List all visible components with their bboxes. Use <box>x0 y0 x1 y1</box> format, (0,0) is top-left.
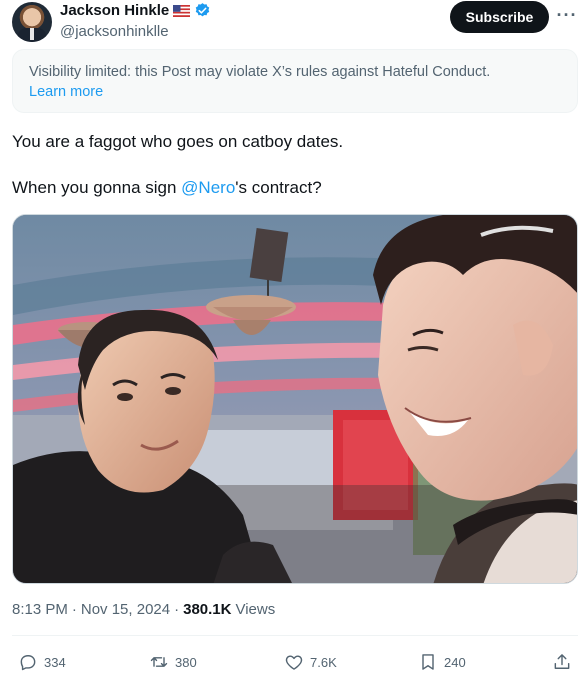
meta-separator: · <box>174 601 180 618</box>
share-icon <box>554 654 570 669</box>
bookmark-button[interactable]: 240 <box>418 648 466 676</box>
learn-more-link[interactable]: Learn more <box>29 82 561 102</box>
repost-icon <box>150 657 168 667</box>
like-button[interactable]: 7.6K <box>284 648 337 676</box>
author-avatar[interactable] <box>12 2 52 42</box>
tweet-line-2: When you gonna sign @Nero's contract? <box>12 176 572 199</box>
tweet-header: Jackson Hinkle @jacksonhinklle Subscribe… <box>12 0 578 46</box>
views-count: 380.1K <box>183 601 232 618</box>
like-count: 7.6K <box>310 654 337 670</box>
visibility-notice-text: Visibility limited: this Post may violat… <box>29 64 491 80</box>
reply-button[interactable]: 334 <box>18 648 66 676</box>
tweet-line-1: You are a faggot who goes on catboy date… <box>12 132 344 151</box>
tweet-body: You are a faggot who goes on catboy date… <box>12 130 572 222</box>
views-label: Views <box>235 601 276 618</box>
tweet-meta: 8:13 PM · Nov 15, 2024 · 380.1K Views <box>12 601 275 618</box>
bookmark-count: 240 <box>444 654 466 670</box>
author-handle[interactable]: @jacksonhinklle <box>60 23 169 40</box>
reply-count: 334 <box>44 654 66 670</box>
tweet-line-2-suffix: 's contract? <box>235 178 322 197</box>
us-flag-icon <box>173 4 191 17</box>
author-name[interactable]: Jackson Hinkle <box>60 2 169 19</box>
bookmark-icon <box>422 654 434 670</box>
mention-link[interactable]: @Nero <box>181 178 235 197</box>
more-options-icon[interactable]: ··· <box>556 4 578 26</box>
reply-icon <box>20 655 36 671</box>
tweet-date[interactable]: Nov 15, 2024 <box>81 601 170 618</box>
share-button[interactable] <box>552 648 572 676</box>
divider <box>12 635 578 636</box>
author-name-row: Jackson Hinkle <box>60 2 211 19</box>
heart-icon <box>285 655 303 670</box>
action-bar: 334 380 7.6K 240 <box>12 648 578 676</box>
tweet-line-2-text: When you gonna sign <box>12 178 182 197</box>
tweet-video[interactable] <box>12 214 578 584</box>
repost-count: 380 <box>175 654 197 670</box>
tweet-time[interactable]: 8:13 PM <box>12 601 68 618</box>
repost-button[interactable]: 380 <box>149 648 197 676</box>
verified-badge-icon <box>195 3 210 17</box>
subscribe-button[interactable]: Subscribe <box>450 1 549 33</box>
video-frame-image <box>13 215 577 583</box>
visibility-notice: Visibility limited: this Post may violat… <box>12 49 578 113</box>
meta-separator: · <box>71 601 77 618</box>
